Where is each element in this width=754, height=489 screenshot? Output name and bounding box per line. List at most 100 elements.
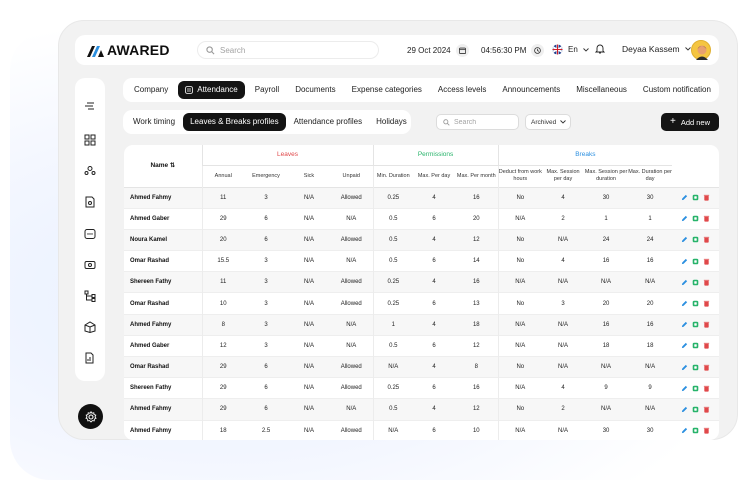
tab-custom-notification[interactable]: Custom notification	[637, 81, 717, 99]
copy-icon[interactable]	[692, 364, 699, 371]
cell-max-per-month: 12	[472, 406, 480, 413]
delete-icon[interactable]	[703, 364, 710, 371]
employees-icon[interactable]	[84, 165, 96, 177]
name-column-header[interactable]: Name ⇅	[124, 145, 202, 187]
time-display[interactable]: 04:56:30 PM	[481, 44, 545, 57]
copy-icon[interactable]	[692, 406, 699, 413]
edit-icon[interactable]	[681, 364, 688, 371]
cell-emergency: 6	[264, 385, 268, 392]
table-row[interactable]: Omar Rashad 10 3 N/A Allowed 0.25 6 13 No 3 20 20	[124, 292, 719, 315]
tab-expense-categories[interactable]: Expense categories	[346, 81, 428, 99]
delete-icon[interactable]	[703, 279, 710, 286]
delete-icon[interactable]	[703, 321, 710, 328]
table-row[interactable]: Ahmed Fahmy 8 3 N/A N/A 1 4 18 N/A N/A 16 16	[124, 314, 719, 336]
edit-icon[interactable]	[681, 236, 688, 243]
global-search-input[interactable]	[220, 45, 360, 55]
copy-icon[interactable]	[692, 321, 699, 328]
chevron-down-icon	[582, 47, 589, 52]
cell-max-duration-per-day: 9	[648, 385, 652, 392]
table-row[interactable]: Ahmed Gaber 12 3 N/A N/A 0.5 6 12 N/A N/A 18 18	[124, 335, 719, 357]
delete-icon[interactable]	[703, 194, 710, 201]
subtab-leaves-breaks-profiles[interactable]: Leaves & Breaks profiles	[183, 113, 286, 131]
delete-icon[interactable]	[703, 342, 710, 349]
cell-deduct-from-work-hours: No	[497, 187, 543, 209]
date-display[interactable]: 29 Oct 2024	[407, 44, 469, 57]
tab-miscellaneous[interactable]: Miscellaneous	[570, 81, 633, 99]
table-search[interactable]	[436, 114, 519, 130]
copy-icon[interactable]	[692, 427, 699, 434]
delete-icon[interactable]	[703, 215, 710, 222]
brand-logo[interactable]: AWARED	[87, 42, 170, 58]
subtab-holidays[interactable]: Holidays	[370, 113, 413, 131]
table-row[interactable]: Shereen Fathy 29 6 N/A Allowed 0.25 6 16 N/A 4 9 9	[124, 377, 719, 399]
table-search-input[interactable]	[454, 118, 514, 126]
notifications-button[interactable]	[595, 43, 605, 54]
edit-icon[interactable]	[681, 427, 688, 434]
delete-icon[interactable]	[703, 406, 710, 413]
delete-icon[interactable]	[703, 258, 710, 265]
cell-max-per-month: 16	[472, 385, 480, 392]
global-search[interactable]	[197, 41, 379, 59]
tab-documents[interactable]: Documents	[289, 81, 341, 99]
archived-filter[interactable]: Archived	[525, 114, 571, 130]
dashboard-icon[interactable]	[84, 134, 96, 146]
edit-icon[interactable]	[681, 194, 688, 201]
copy-icon[interactable]	[692, 300, 699, 307]
clock-icon	[531, 44, 545, 57]
tab-attendance[interactable]: Attendance	[178, 81, 245, 99]
copy-icon[interactable]	[692, 279, 699, 286]
copy-icon[interactable]	[692, 215, 699, 222]
messages-icon[interactable]	[84, 228, 96, 240]
subtab-work-timing[interactable]: Work timing	[127, 113, 181, 131]
table-row[interactable]: Ahmed Fahmy 29 6 N/A N/A 0.5 4 12 No 2 N/A N/A	[124, 398, 719, 421]
edit-icon[interactable]	[681, 215, 688, 222]
cell-unpaid: N/A	[346, 406, 357, 413]
edit-icon[interactable]	[681, 300, 688, 307]
table-row[interactable]: Ahmed Fahmy 18 2.5 N/A Allowed N/A 6 10 N/A N/A 30…	[124, 420, 719, 440]
edit-icon[interactable]	[681, 258, 688, 265]
language-selector[interactable]: En	[552, 44, 589, 55]
edit-icon[interactable]	[681, 342, 688, 349]
edit-icon[interactable]	[681, 406, 688, 413]
table-row[interactable]: Ahmed Gaber 29 6 N/A N/A 0.5 6 20 N/A 2 1 1	[124, 208, 719, 230]
cell-annual: 29	[201, 377, 244, 399]
table-row[interactable]: Omar Rashad 15.5 3 N/A N/A 0.5 6 14 No 4 16 16	[124, 250, 719, 272]
sidebar	[75, 78, 105, 381]
table-row[interactable]: Noura Kamel 20 6 N/A Allowed 0.5 4 12 No N/A 24 24	[124, 229, 719, 251]
copy-icon[interactable]	[692, 342, 699, 349]
cell-sick: N/A	[303, 406, 314, 413]
delete-icon[interactable]	[703, 427, 710, 434]
delete-icon[interactable]	[703, 236, 710, 244]
copy-icon[interactable]	[692, 258, 699, 265]
edit-icon[interactable]	[681, 321, 688, 328]
settings-button[interactable]	[78, 404, 103, 429]
add-new-button[interactable]: + Add new	[661, 113, 719, 131]
copy-icon[interactable]	[692, 236, 699, 243]
table-row[interactable]: Shereen Fathy 11 3 N/A Allowed 0.25 4 16 N/A N/A N…	[124, 271, 719, 293]
payments-icon[interactable]	[84, 259, 96, 271]
reports-icon[interactable]	[84, 352, 96, 364]
subtab-attendance-profiles[interactable]: Attendance profiles	[288, 113, 369, 131]
edit-icon[interactable]	[681, 279, 688, 286]
tab-payroll[interactable]: Payroll	[249, 81, 285, 99]
avatar[interactable]	[691, 40, 711, 60]
copy-icon[interactable]	[692, 385, 699, 392]
tab-access-levels[interactable]: Access levels	[432, 81, 492, 99]
menu-toggle-icon[interactable]	[84, 100, 96, 112]
org-chart-icon[interactable]	[84, 290, 96, 302]
delete-icon[interactable]	[703, 300, 710, 307]
cell-min-duration: 0.25	[372, 292, 414, 315]
copy-icon[interactable]	[692, 194, 699, 201]
table-row[interactable]: Ahmed Fahmy 11 3 N/A Allowed 0.25 4 16 No 4 30 30	[124, 187, 719, 209]
user-menu[interactable]: Deyaa Kassem	[622, 44, 691, 54]
edit-icon[interactable]	[681, 385, 688, 392]
tab-company[interactable]: Company	[128, 81, 174, 99]
cell-deduct-from-work-hours: No	[497, 250, 543, 272]
tab-announcements[interactable]: Announcements	[496, 81, 566, 99]
table-row[interactable]: Omar Rashad 29 6 N/A Allowed N/A 4 8 No N/A N/A N/A	[124, 356, 719, 378]
cell-max-per-month: 8	[474, 364, 478, 371]
inventory-icon[interactable]	[84, 321, 96, 333]
delete-icon[interactable]	[703, 385, 710, 392]
documents-icon[interactable]	[84, 196, 96, 208]
cell-sick: N/A	[303, 364, 314, 371]
